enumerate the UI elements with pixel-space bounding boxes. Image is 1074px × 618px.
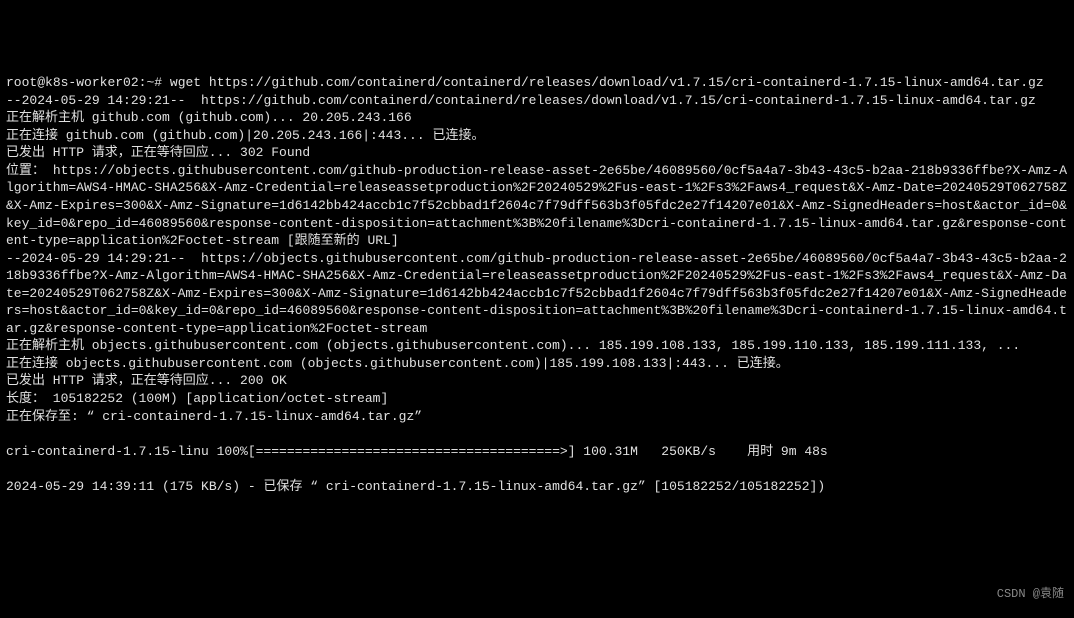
blank-line bbox=[6, 460, 1068, 478]
output-line: 正在保存至: “ cri-containerd-1.7.15-linux-amd… bbox=[6, 408, 1068, 426]
output-line: 正在连接 github.com (github.com)|20.205.243.… bbox=[6, 127, 1068, 145]
watermark-text: CSDN @袁随 bbox=[997, 586, 1064, 602]
command-text: wget https://github.com/containerd/conta… bbox=[170, 75, 1044, 90]
output-line: --2024-05-29 14:29:21-- https://github.c… bbox=[6, 92, 1068, 110]
prompt-host: k8s-worker02 bbox=[45, 75, 139, 90]
output-line: 已发出 HTTP 请求，正在等待回应... 302 Found bbox=[6, 144, 1068, 162]
output-location: 位置： https://objects.githubusercontent.co… bbox=[6, 162, 1068, 250]
output-line: 正在连接 objects.githubusercontent.com (obje… bbox=[6, 355, 1068, 373]
output-line: 已发出 HTTP 请求，正在等待回应... 200 OK bbox=[6, 372, 1068, 390]
output-line: 长度： 105182252 (100M) [application/octet-… bbox=[6, 390, 1068, 408]
location-url: https://objects.githubusercontent.com/gi… bbox=[6, 163, 1067, 248]
prompt-symbol: # bbox=[154, 75, 162, 90]
output-line: --2024-05-29 14:29:21-- https://objects.… bbox=[6, 250, 1068, 338]
blank-line bbox=[6, 425, 1068, 443]
follow-new: [跟随至新的 URL] bbox=[279, 233, 399, 248]
output-line: 正在解析主机 github.com (github.com)... 20.205… bbox=[6, 109, 1068, 127]
terminal-output: root@k8s-worker02:~# wget https://github… bbox=[6, 74, 1068, 495]
location-label: 位置： bbox=[6, 163, 45, 178]
output-line: 正在解析主机 objects.githubusercontent.com (ob… bbox=[6, 337, 1068, 355]
output-final: 2024-05-29 14:39:11 (175 KB/s) - 已保存 “ c… bbox=[6, 478, 1068, 496]
prompt-user: root bbox=[6, 75, 37, 90]
prompt-line: root@k8s-worker02:~# wget https://github… bbox=[6, 74, 1068, 92]
progress-bar-line: cri-containerd-1.7.15-linu 100%[========… bbox=[6, 443, 1068, 461]
